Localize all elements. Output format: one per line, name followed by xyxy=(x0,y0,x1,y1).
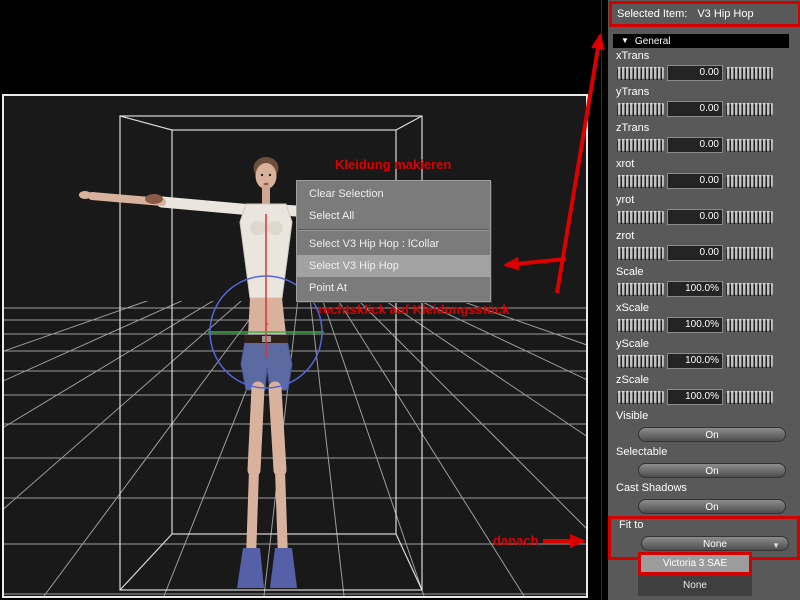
param-value[interactable]: 0.00 xyxy=(667,209,723,225)
panel-body: xTrans 0.00 yTrans 0.00 zTrans 0.00 xrot… xyxy=(608,50,800,560)
app-window: Clear Selection Select All Select V3 Hip… xyxy=(0,0,800,600)
fit-to-label: Fit to xyxy=(619,519,644,531)
dial-left[interactable] xyxy=(617,66,664,80)
dial-left[interactable] xyxy=(617,102,664,116)
dial-right[interactable] xyxy=(726,102,773,116)
param-value[interactable]: 100.0% xyxy=(667,281,723,297)
param-value[interactable]: 0.00 xyxy=(667,173,723,189)
selected-item-bar[interactable]: Selected Item: V3 Hip Hop xyxy=(609,1,800,27)
annotation-then: danach xyxy=(493,533,539,548)
param-label: zScale xyxy=(616,374,650,386)
param-label: Scale xyxy=(616,266,644,278)
visible-on-button[interactable]: On xyxy=(638,427,786,442)
param-label: xrot xyxy=(616,158,635,170)
selectable-on-button[interactable]: On xyxy=(638,463,786,478)
annotation-right-click: rechtsklick auf Kleidungsstück xyxy=(318,302,510,317)
parameters-panel: Selected Item: V3 Hip Hop ▼ General xTra… xyxy=(608,0,800,600)
toggle-cast-shadows: Cast Shadows On xyxy=(608,482,800,518)
dial-right[interactable] xyxy=(726,282,773,296)
dial-left[interactable] xyxy=(617,138,664,152)
param-label: xScale xyxy=(616,302,650,314)
dial-right[interactable] xyxy=(726,174,773,188)
param-value[interactable]: 100.0% xyxy=(667,389,723,405)
dropdown-option-victoria-3-sae[interactable]: Victoria 3 SAE xyxy=(638,552,752,575)
menu-item-clear-selection[interactable]: Clear Selection xyxy=(297,183,490,205)
param-value[interactable]: 0.00 xyxy=(667,137,723,153)
toggle-selectable: Selectable On xyxy=(608,446,800,482)
param-zscale: zScale 100.0% xyxy=(608,374,800,410)
dial-right[interactable] xyxy=(726,354,773,368)
selected-item-value: V3 Hip Hop xyxy=(697,8,754,20)
param-value[interactable]: 0.00 xyxy=(667,245,723,261)
param-scale: Scale 100.0% xyxy=(608,266,800,302)
param-zrot: zrot 0.00 xyxy=(608,230,800,266)
param-value[interactable]: 0.00 xyxy=(667,101,723,117)
annotation-mark-clothing: Kleidung makieren xyxy=(335,157,452,172)
param-yrot: yrot 0.00 xyxy=(608,194,800,230)
dial-right[interactable] xyxy=(726,138,773,152)
param-value[interactable]: 100.0% xyxy=(667,317,723,333)
dial-left[interactable] xyxy=(617,354,664,368)
toggle-label: Selectable xyxy=(616,446,668,458)
fit-to-value: None xyxy=(703,539,727,550)
dial-left[interactable] xyxy=(617,174,664,188)
menu-item-select-lcollar[interactable]: Select V3 Hip Hop : lCollar xyxy=(297,233,490,255)
section-general-label: General xyxy=(634,35,671,47)
toggle-label: Visible xyxy=(616,410,649,422)
menu-item-select-v3-hip-hop[interactable]: Select V3 Hip Hop xyxy=(297,255,490,277)
dial-left[interactable] xyxy=(617,390,664,404)
scene-canvas[interactable] xyxy=(4,96,586,596)
cast-shadows-on-button[interactable]: On xyxy=(638,499,786,514)
param-label: yrot xyxy=(616,194,635,206)
selected-item-label: Selected Item: xyxy=(617,8,688,20)
menu-item-point-at[interactable]: Point At xyxy=(297,277,490,299)
3d-viewport[interactable] xyxy=(2,94,588,598)
fit-to-dropdown-list: Victoria 3 SAE None xyxy=(638,552,752,596)
collapse-triangle-icon: ▼ xyxy=(621,36,629,45)
param-ytrans: yTrans 0.00 xyxy=(608,86,800,122)
dial-right[interactable] xyxy=(726,318,773,332)
param-label: yScale xyxy=(616,338,650,350)
param-label: zrot xyxy=(616,230,635,242)
param-label: zTrans xyxy=(616,122,650,134)
dropdown-arrow-icon: ▼ xyxy=(772,541,780,550)
dial-left[interactable] xyxy=(617,210,664,224)
fit-to-dropdown[interactable]: None ▼ xyxy=(641,536,789,551)
dropdown-option-none[interactable]: None xyxy=(638,575,752,596)
param-xrot: xrot 0.00 xyxy=(608,158,800,194)
dial-right[interactable] xyxy=(726,390,773,404)
context-menu: Clear Selection Select All Select V3 Hip… xyxy=(296,180,491,302)
toggle-label: Cast Shadows xyxy=(616,482,687,494)
menu-item-select-all[interactable]: Select All xyxy=(297,205,490,227)
section-general[interactable]: ▼ General xyxy=(613,34,789,48)
dial-left[interactable] xyxy=(617,246,664,260)
dial-left[interactable] xyxy=(617,318,664,332)
param-label: xTrans xyxy=(616,50,650,62)
dial-right[interactable] xyxy=(726,66,773,80)
param-xtrans: xTrans 0.00 xyxy=(608,50,800,86)
param-yscale: yScale 100.0% xyxy=(608,338,800,374)
menu-separator xyxy=(298,229,489,231)
param-value[interactable]: 0.00 xyxy=(667,65,723,81)
dial-right[interactable] xyxy=(726,246,773,260)
panel-divider xyxy=(601,0,602,600)
param-value[interactable]: 100.0% xyxy=(667,353,723,369)
toggle-visible: Visible On xyxy=(608,410,800,446)
param-ztrans: zTrans 0.00 xyxy=(608,122,800,158)
param-label: yTrans xyxy=(616,86,650,98)
dial-right[interactable] xyxy=(726,210,773,224)
dial-left[interactable] xyxy=(617,282,664,296)
param-xscale: xScale 100.0% xyxy=(608,302,800,338)
